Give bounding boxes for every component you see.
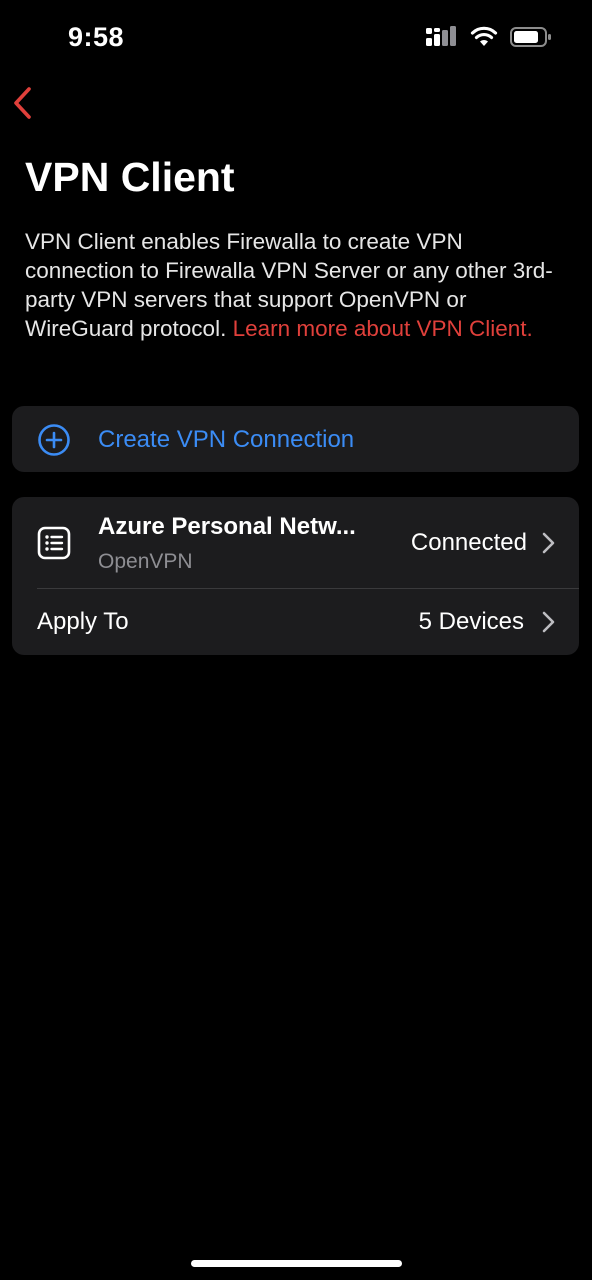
create-vpn-connection-button[interactable]: Create VPN Connection xyxy=(12,406,579,472)
vpn-connection-card: Azure Personal Netw... OpenVPN Connected… xyxy=(12,497,579,655)
connection-type: OpenVPN xyxy=(98,550,193,573)
apply-to-label: Apply To xyxy=(37,608,129,635)
learn-more-link[interactable]: Learn more about VPN Client. xyxy=(233,316,533,341)
chevron-right-icon xyxy=(541,611,555,638)
apply-to-value: 5 Devices xyxy=(418,608,524,635)
page-title: VPN Client xyxy=(25,154,235,200)
connection-name: Azure Personal Netw... xyxy=(98,513,356,540)
home-indicator[interactable] xyxy=(191,1260,402,1267)
status-bar: 9:58 xyxy=(0,0,592,80)
page-description: VPN Client enables Firewalla to create V… xyxy=(25,227,570,343)
chevron-right-icon xyxy=(541,532,555,559)
status-time: 9:58 xyxy=(68,22,125,52)
cellular-signal-icon xyxy=(426,26,458,53)
create-vpn-connection-label: Create VPN Connection xyxy=(98,426,355,453)
battery-icon xyxy=(510,26,552,53)
back-button[interactable] xyxy=(12,86,42,124)
wifi-icon xyxy=(470,26,498,53)
list-icon xyxy=(37,526,71,565)
plus-circle-icon xyxy=(37,423,71,462)
vpn-connection-row[interactable]: Azure Personal Netw... OpenVPN Connected xyxy=(12,497,579,588)
chevron-left-icon xyxy=(12,86,34,125)
connection-status: Connected xyxy=(410,529,527,556)
status-icons xyxy=(426,26,552,53)
apply-to-row[interactable]: Apply To 5 Devices xyxy=(12,589,579,655)
